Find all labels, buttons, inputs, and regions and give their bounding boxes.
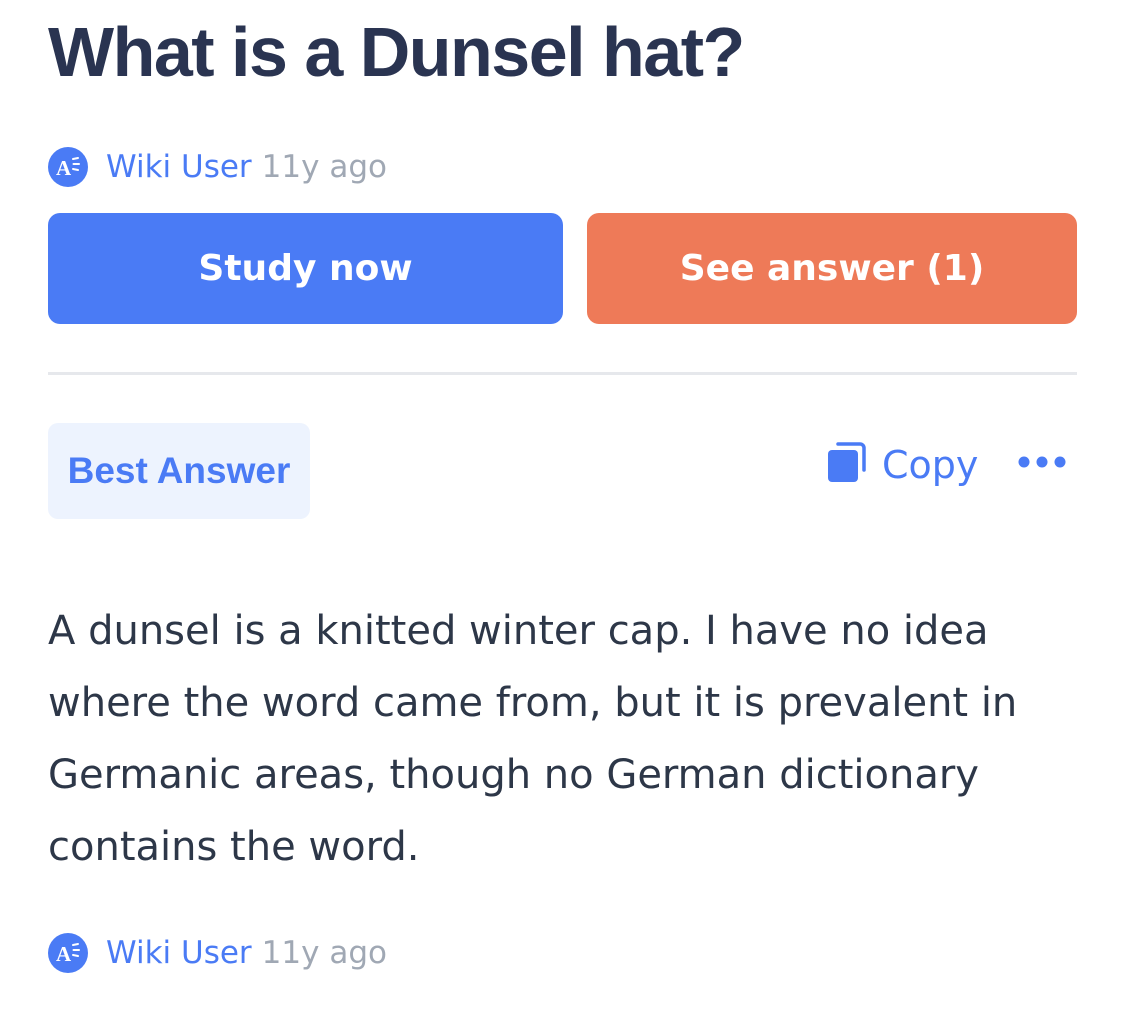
answer-byline: A Wiki User 11y ago [48,933,387,973]
section-divider [48,372,1077,375]
ellipsis-icon [1017,454,1067,473]
study-now-button[interactable]: Study now [48,213,563,324]
question-author-link[interactable]: Wiki User [106,149,252,185]
best-answer-label: Best Answer [67,450,291,491]
answer-body: A dunsel is a knitted winter cap. I have… [48,608,1018,870]
copy-icon [824,440,868,490]
best-answer-badge: Best Answer [48,423,310,519]
question-byline: A Wiki User 11y ago [48,147,387,187]
svg-text:A: A [56,156,72,180]
wiki-user-avatar-icon: A [48,933,88,973]
see-answer-button[interactable]: See answer (1) [587,213,1077,324]
question-page: What is a Dunsel hat? A Wiki User 11y ag… [48,0,1077,1018]
svg-text:A: A [56,942,72,966]
copy-button[interactable]: Copy [824,440,978,490]
wiki-user-avatar-icon: A [48,147,88,187]
answer-timestamp: 11y ago [261,935,387,971]
more-options-button[interactable] [1014,448,1070,478]
question-title: What is a Dunsel hat? [48,13,745,91]
answer-author-link[interactable]: Wiki User [106,935,252,971]
question-timestamp: 11y ago [261,149,387,185]
copy-label: Copy [882,443,979,487]
